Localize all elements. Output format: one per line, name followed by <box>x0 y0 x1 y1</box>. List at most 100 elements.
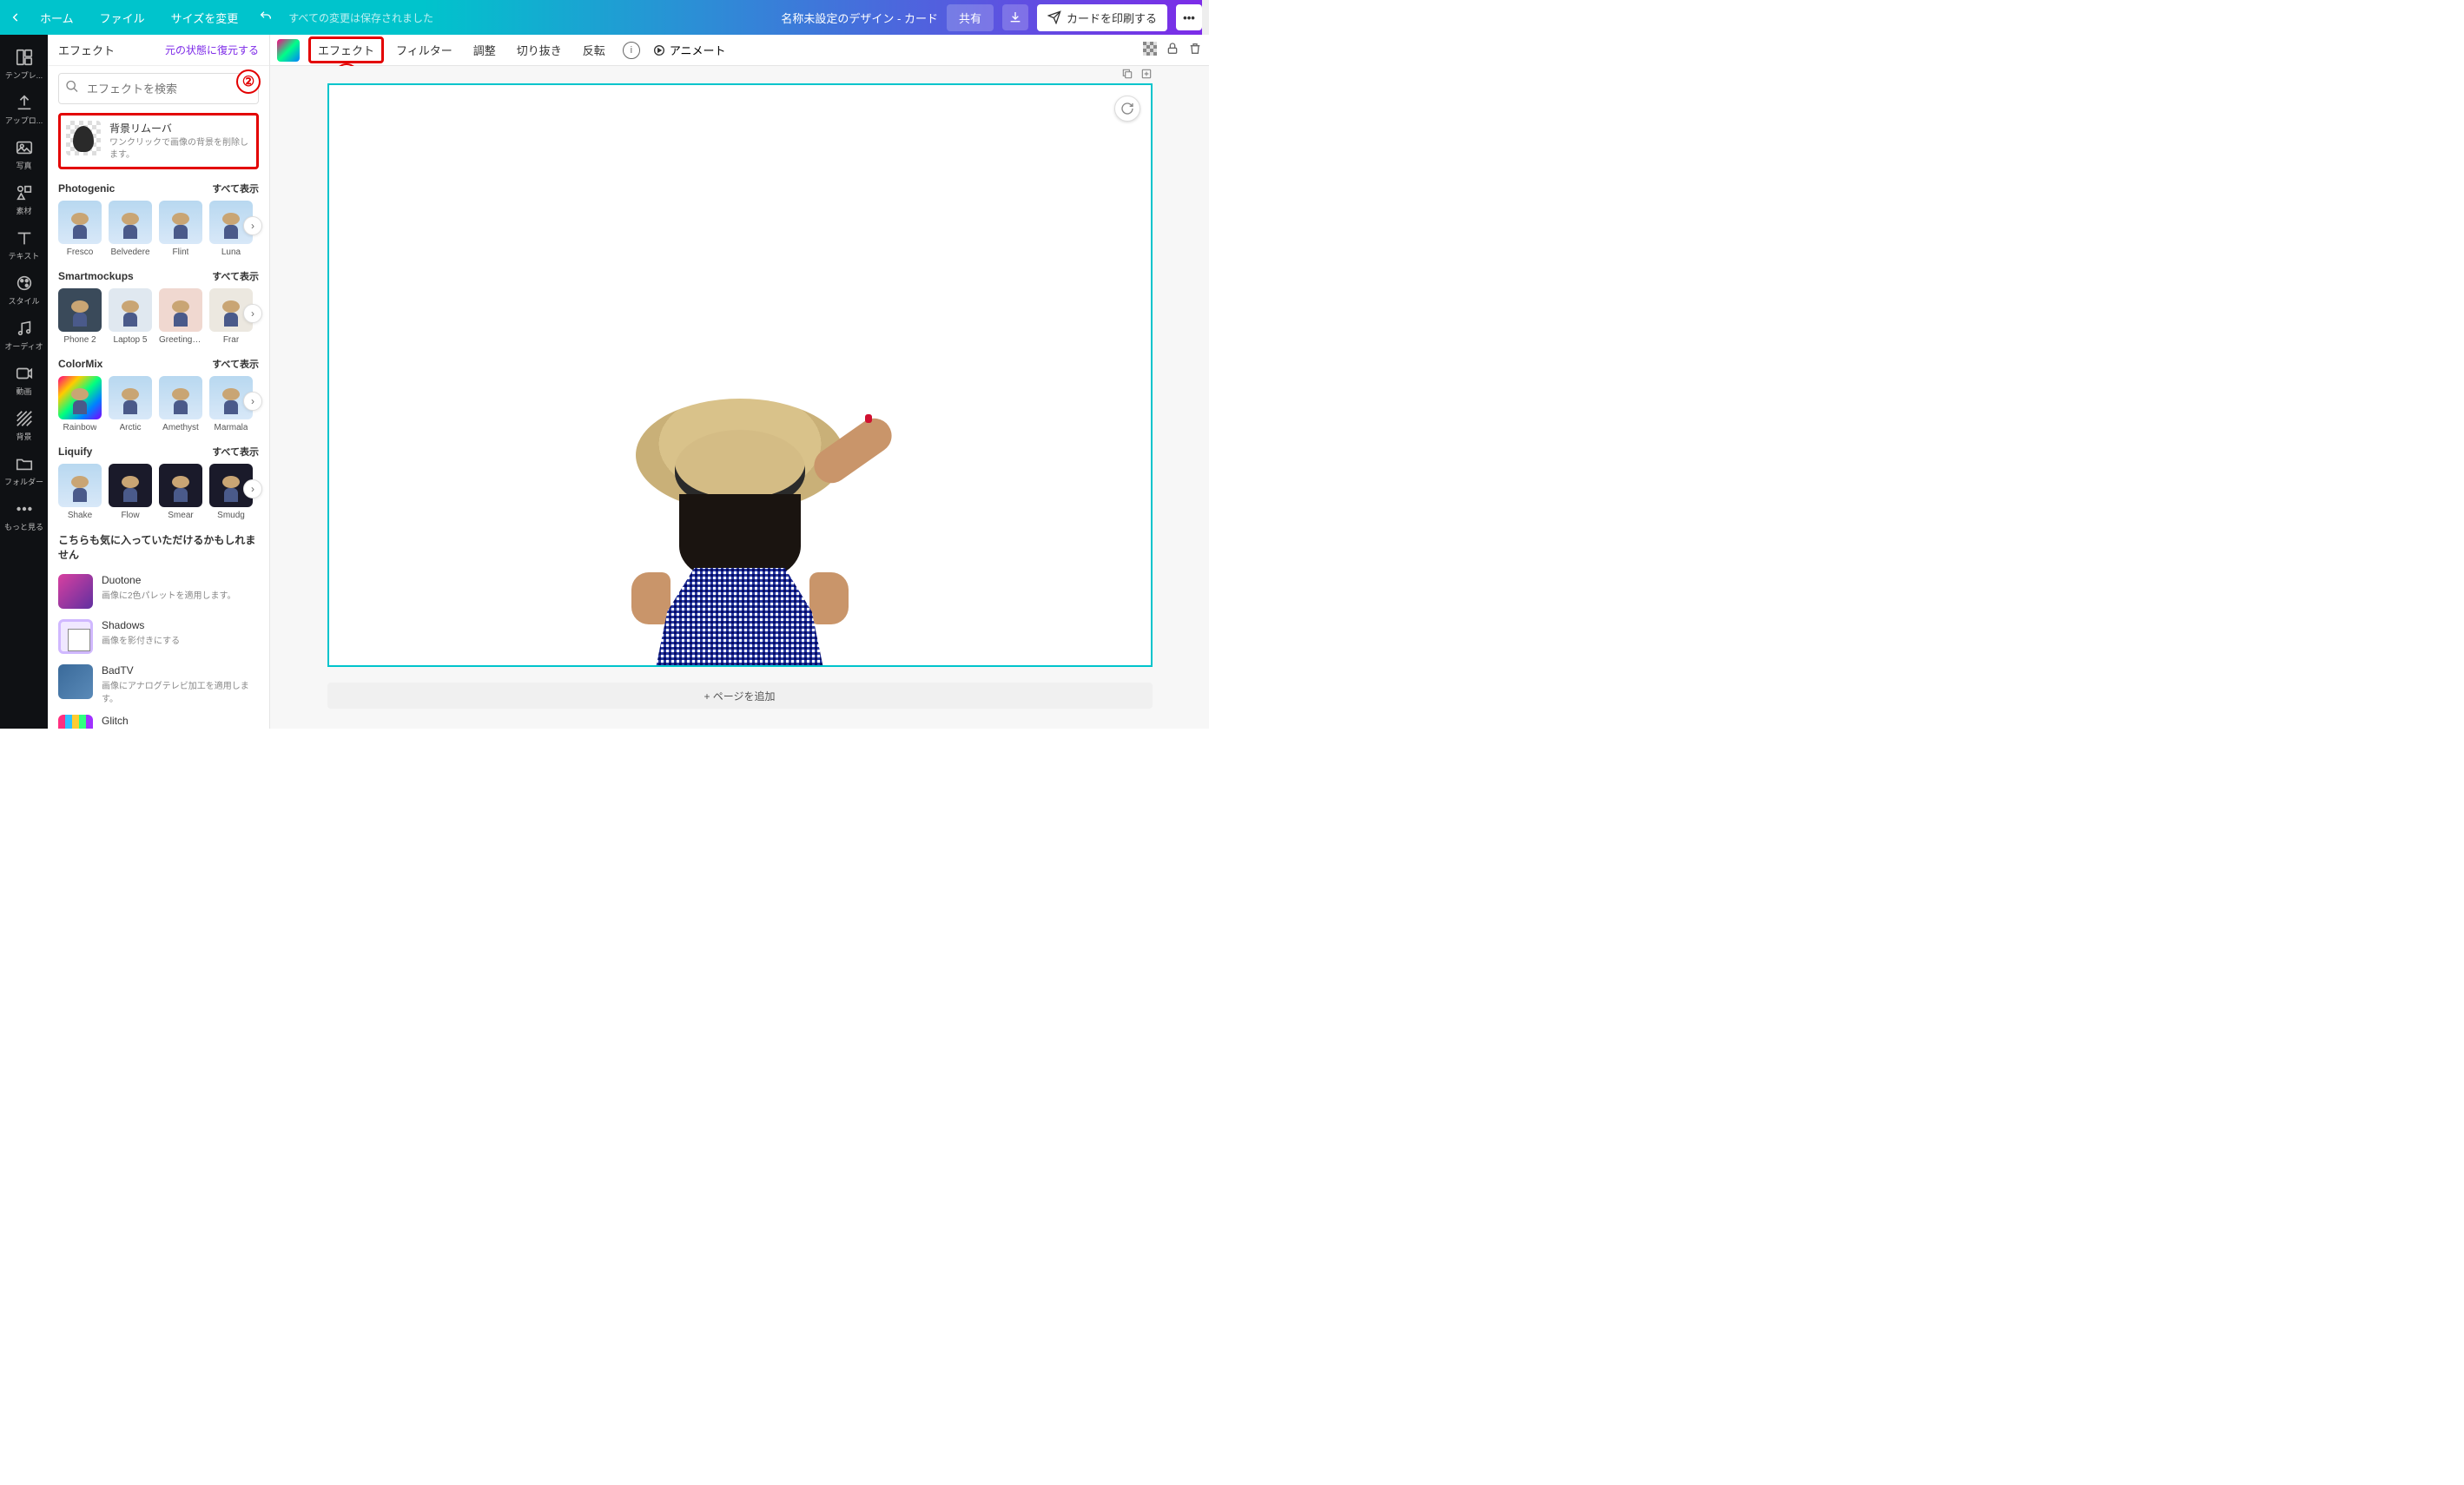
effect-item[interactable]: Shake <box>58 464 102 520</box>
photos-icon <box>15 138 34 157</box>
effect-thumb <box>159 288 202 332</box>
rail-photos[interactable]: 写真 <box>0 132 48 177</box>
color-swatch[interactable] <box>277 39 300 62</box>
canvas-page[interactable] <box>327 83 1153 667</box>
category-colormix: ColorMixすべて表示RainbowArcticAmethystMarmal… <box>58 357 259 432</box>
animate-tool[interactable]: アニメート <box>652 42 726 58</box>
rail-folder[interactable]: フォルダー <box>0 448 48 493</box>
save-status: すべての変更は保存されました <box>288 10 433 25</box>
effect-item[interactable]: Greeting car... <box>159 288 202 345</box>
effect-label: Smear <box>168 511 193 520</box>
text-icon <box>15 228 34 248</box>
effect-label: Flint <box>173 248 189 257</box>
more-thumb <box>58 664 93 699</box>
effect-label: Luna <box>221 248 241 257</box>
undo-icon[interactable] <box>259 10 273 26</box>
search-icon <box>65 80 79 98</box>
effect-item[interactable]: Fresco <box>58 201 102 257</box>
category-smartmockups: Smartmockupsすべて表示Phone 2Laptop 5Greeting… <box>58 269 259 345</box>
effect-item[interactable]: Belvedere <box>109 201 152 257</box>
image-shoulder-l <box>631 572 670 624</box>
more-item-desc: 画像を影付きにする <box>102 633 259 646</box>
effect-item[interactable]: Flint <box>159 201 202 257</box>
rail-style[interactable]: スタイル <box>0 267 48 313</box>
category-liquify: Liquifyすべて表示ShakeFlowSmearSmudg› <box>58 445 259 520</box>
more-effect-item[interactable]: Glitch画像にグリッチ加工を適用します。 <box>58 710 259 729</box>
chevron-right-icon[interactable]: › <box>243 216 262 235</box>
info-icon[interactable]: i <box>623 42 640 59</box>
add-page-button[interactable]: + ページを追加 <box>327 683 1153 709</box>
see-all-button[interactable]: すべて表示 <box>212 357 259 371</box>
rail-audio[interactable]: オーディオ <box>0 313 48 358</box>
rail-elements[interactable]: 素材 <box>0 177 48 222</box>
rail-label: オーディオ <box>4 340 43 352</box>
rail-text[interactable]: テキスト <box>0 222 48 267</box>
more-thumb <box>58 619 93 654</box>
see-all-button[interactable]: すべて表示 <box>212 269 259 283</box>
download-icon[interactable] <box>1002 4 1028 30</box>
resize-button[interactable]: サイズを変更 <box>161 4 249 31</box>
duplicate-page-icon[interactable] <box>1121 68 1133 82</box>
reload-icon[interactable] <box>1114 96 1140 122</box>
rail-video[interactable]: 動画 <box>0 358 48 403</box>
effect-label: Amethyst <box>162 423 199 432</box>
see-all-button[interactable]: すべて表示 <box>212 182 259 195</box>
filters-tool[interactable]: フィルター <box>387 37 461 63</box>
see-all-button[interactable]: すべて表示 <box>212 445 259 459</box>
effect-label: Arctic <box>120 423 142 432</box>
rail-label: フォルダー <box>4 476 43 487</box>
restore-button[interactable]: 元の状態に復元する <box>165 43 259 57</box>
more-item-name: Glitch <box>102 715 259 727</box>
chevron-right-icon[interactable]: › <box>243 479 262 498</box>
print-label: カードを印刷する <box>1067 10 1157 26</box>
rail-label: 動画 <box>16 386 31 397</box>
home-button[interactable]: ホーム <box>30 4 84 31</box>
canvas-image[interactable] <box>558 399 922 667</box>
effect-item[interactable]: Smear <box>159 464 202 520</box>
effect-item[interactable]: Rainbow <box>58 376 102 432</box>
more-effect-item[interactable]: BadTV画像にアナログテレビ加工を適用します。 <box>58 659 259 710</box>
background-remover-item[interactable]: 背景リムーバ ワンクリックで画像の背景を削除します。 <box>58 113 259 169</box>
crop-tool[interactable]: 切り抜き <box>508 37 571 63</box>
rail-more[interactable]: もっと見る <box>0 493 48 538</box>
category-name: Liquify <box>58 446 92 458</box>
effect-item[interactable]: Laptop 5 <box>109 288 152 345</box>
annotation-2: ② <box>236 69 261 94</box>
rail-uploads[interactable]: アップロ... <box>0 87 48 132</box>
lock-icon[interactable] <box>1166 42 1179 58</box>
effect-item[interactable]: Flow <box>109 464 152 520</box>
back-chevron-icon[interactable] <box>7 9 24 26</box>
canvas-area: エフェクト ① フィルター 調整 切り抜き 反転 i アニメート <box>270 35 1209 729</box>
effect-item[interactable]: Phone 2 <box>58 288 102 345</box>
more-section-title: こちらも気に入っていただけるかもしれません <box>58 532 259 562</box>
audio-icon <box>15 319 34 338</box>
rail-label: 素材 <box>16 205 31 216</box>
image-shoulder-r <box>809 572 849 624</box>
effects-panel: エフェクト 元の状態に復元する ② 背景リムーバ ワンクリックで画像の背景を削除… <box>48 35 270 729</box>
new-page-icon[interactable] <box>1140 68 1153 82</box>
more-item-name: BadTV <box>102 664 259 676</box>
adjust-tool[interactable]: 調整 <box>465 37 505 63</box>
rail-background[interactable]: 背景 <box>0 403 48 448</box>
more-effect-item[interactable]: Duotone画像に2色パレットを適用します。 <box>58 569 259 614</box>
print-button[interactable]: カードを印刷する <box>1037 4 1167 31</box>
bg-remover-thumb <box>66 121 101 155</box>
design-title[interactable]: 名称未設定のデザイン - カード <box>781 10 938 26</box>
transparency-icon[interactable] <box>1143 42 1157 58</box>
flip-tool[interactable]: 反転 <box>574 37 614 63</box>
effect-item[interactable]: Amethyst <box>159 376 202 432</box>
share-button[interactable]: 共有 <box>947 4 994 31</box>
more-effect-item[interactable]: Shadows画像を影付きにする <box>58 614 259 659</box>
effects-tool[interactable]: エフェクト ① <box>308 36 384 63</box>
rail-templates[interactable]: テンプレ... <box>0 42 48 87</box>
effect-item[interactable]: Arctic <box>109 376 152 432</box>
more-button[interactable]: ••• <box>1176 4 1202 30</box>
trash-icon[interactable] <box>1188 42 1202 58</box>
search-input[interactable] <box>58 73 259 104</box>
effect-thumb <box>159 376 202 419</box>
image-nail <box>865 414 872 423</box>
left-rail: テンプレ...アップロ...写真素材テキストスタイルオーディオ動画背景フォルダー… <box>0 35 48 729</box>
chevron-right-icon[interactable]: › <box>243 304 262 323</box>
chevron-right-icon[interactable]: › <box>243 392 262 411</box>
file-button[interactable]: ファイル <box>89 4 155 31</box>
